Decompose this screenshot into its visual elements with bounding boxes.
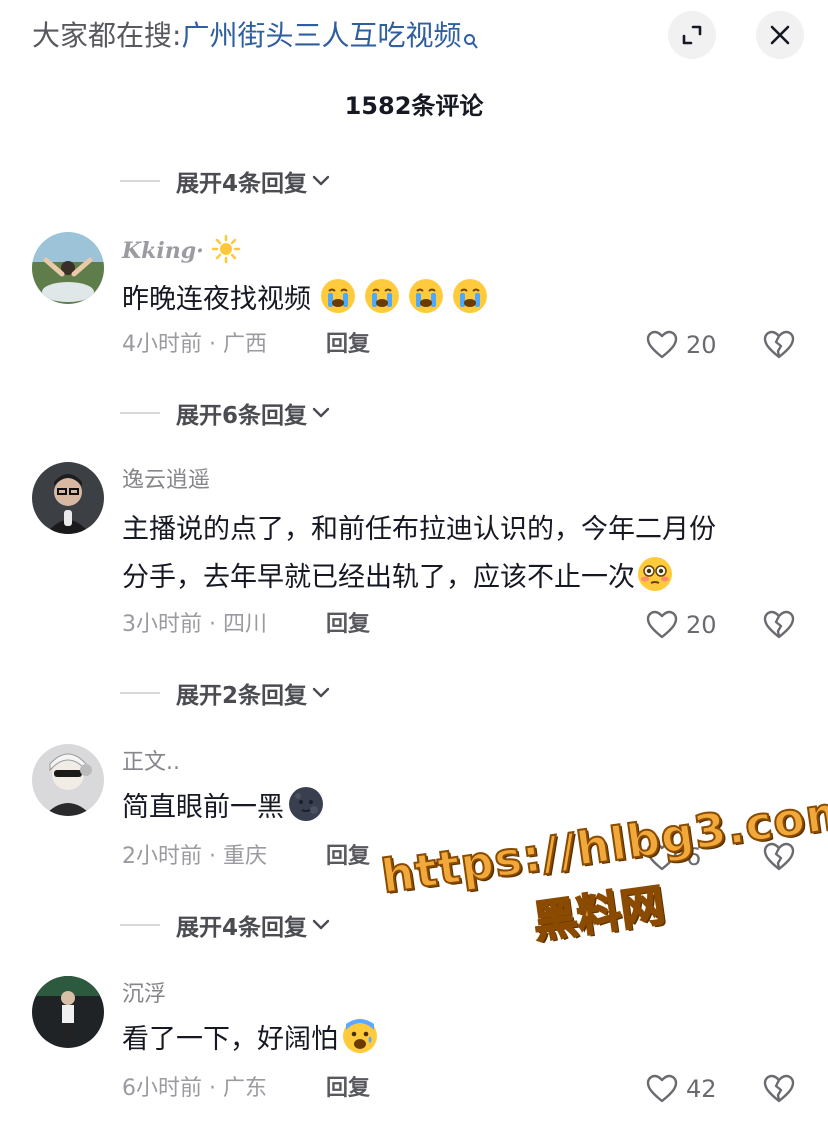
sun-icon xyxy=(212,234,241,264)
flushed-face-icon xyxy=(638,557,672,591)
loudly-crying-face-icon xyxy=(452,279,487,313)
comment-meta: 2小时前 · 重庆 xyxy=(122,844,267,869)
comment-text: 主播说的点了，和前任布拉迪认识的，今年二月份分手，去年早就已经出轨了，应该不止一… xyxy=(122,506,742,602)
like-button[interactable]: 6 xyxy=(646,840,701,874)
loudly-crying-face-icon xyxy=(364,279,399,313)
anxious-face-icon xyxy=(343,1019,377,1053)
comment-meta: 6小时前 · 广东 xyxy=(122,1076,267,1101)
search-icon xyxy=(463,20,479,49)
heart-icon xyxy=(646,330,678,359)
comment-count-title: 1582条评论 xyxy=(344,92,484,120)
like-count: 20 xyxy=(686,611,717,639)
dislike-button[interactable] xyxy=(762,840,796,874)
like-count: 20 xyxy=(686,331,717,359)
comment-username[interactable]: Kking· xyxy=(122,234,241,268)
comment-meta: 4小时前 · 广西 xyxy=(122,332,267,357)
avatar[interactable] xyxy=(32,462,104,534)
comment-item: Kking· 昨晚连夜找视频 4小时前 · 广西 回复 20 xyxy=(0,232,828,402)
comment-body: 简直眼前一黑 xyxy=(122,792,284,823)
comment-username[interactable]: 正文.. xyxy=(122,746,180,780)
comment-meta: 3小时前 · 四川 xyxy=(122,612,267,637)
like-count: 42 xyxy=(686,1075,717,1103)
comment-body: 看了一下，好阔怕 xyxy=(122,1024,338,1055)
dislike-button[interactable] xyxy=(762,608,796,642)
comment-item: 逸云逍遥 主播说的点了，和前任布拉迪认识的，今年二月份分手，去年早就已经出轨了，… xyxy=(0,462,828,639)
new-moon-face-icon xyxy=(289,787,323,821)
comment-text: 看了一下，好阔怕 xyxy=(122,1016,742,1064)
emoji-group xyxy=(320,279,496,315)
broken-heart-icon xyxy=(763,610,795,639)
search-suggestion-query[interactable]: 广州街头三人互吃视频 xyxy=(181,19,461,52)
avatar[interactable] xyxy=(32,744,104,816)
close-icon xyxy=(770,25,790,45)
heart-icon xyxy=(646,842,678,871)
comment-username[interactable]: 沉浮 xyxy=(122,978,166,1012)
search-suggestion-prefix: 大家都在搜: xyxy=(32,19,182,52)
dislike-button[interactable] xyxy=(762,1072,796,1106)
expand-replies-label: 展开2条回复 xyxy=(176,683,308,709)
like-button[interactable]: 20 xyxy=(646,328,717,362)
comment-body: 昨晚连夜找视频 xyxy=(122,284,311,315)
divider-line xyxy=(120,180,160,182)
chevron-down-icon xyxy=(312,407,330,418)
reply-button[interactable]: 回复 xyxy=(326,840,370,874)
like-button[interactable]: 42 xyxy=(646,1072,717,1106)
like-button[interactable]: 20 xyxy=(646,608,717,642)
chevron-down-icon xyxy=(312,687,330,698)
reply-button[interactable]: 回复 xyxy=(326,328,370,362)
comment-item: 沉浮 看了一下，好阔怕 6小时前 · 广东 回复 42 xyxy=(0,976,828,1146)
broken-heart-icon xyxy=(763,842,795,871)
chevron-down-icon xyxy=(312,919,330,930)
heart-icon xyxy=(646,1074,678,1103)
expand-fullscreen-button[interactable] xyxy=(668,11,716,59)
comment-body: 主播说的点了，和前任布拉迪认识的，今年二月份分手，去年早就已经出轨了，应该不止一… xyxy=(122,514,716,593)
comment-item: 正文.. 简直眼前一黑 2小时前 · 重庆 回复 6 xyxy=(0,744,828,914)
search-suggestion[interactable]: 大家都在搜:广州街头三人互吃视频 xyxy=(32,14,479,58)
divider-line xyxy=(120,692,160,694)
close-button[interactable] xyxy=(756,11,804,59)
loudly-crying-face-icon xyxy=(408,279,443,313)
comment-text: 昨晚连夜找视频 xyxy=(122,276,742,324)
loudly-crying-face-icon xyxy=(320,279,355,313)
expand-icon xyxy=(682,25,702,45)
reply-button[interactable]: 回复 xyxy=(326,608,370,642)
like-count: 6 xyxy=(686,843,702,871)
divider-line xyxy=(120,924,160,926)
expand-replies-label: 展开4条回复 xyxy=(176,171,308,197)
chevron-down-icon xyxy=(312,175,330,186)
reply-button[interactable]: 回复 xyxy=(326,1072,370,1106)
comment-username[interactable]: 逸云逍遥 xyxy=(122,464,210,498)
avatar[interactable] xyxy=(32,232,104,304)
comment-text: 简直眼前一黑 xyxy=(122,784,742,832)
heart-icon xyxy=(646,610,678,639)
broken-heart-icon xyxy=(763,330,795,359)
divider-line xyxy=(120,412,160,414)
expand-replies-button[interactable]: 展开4条回复 xyxy=(120,161,331,201)
username-text: Kking· xyxy=(122,238,204,264)
avatar[interactable] xyxy=(32,976,104,1048)
broken-heart-icon xyxy=(763,1074,795,1103)
dislike-button[interactable] xyxy=(762,328,796,362)
expand-replies-button[interactable]: 展开2条回复 xyxy=(120,673,331,713)
